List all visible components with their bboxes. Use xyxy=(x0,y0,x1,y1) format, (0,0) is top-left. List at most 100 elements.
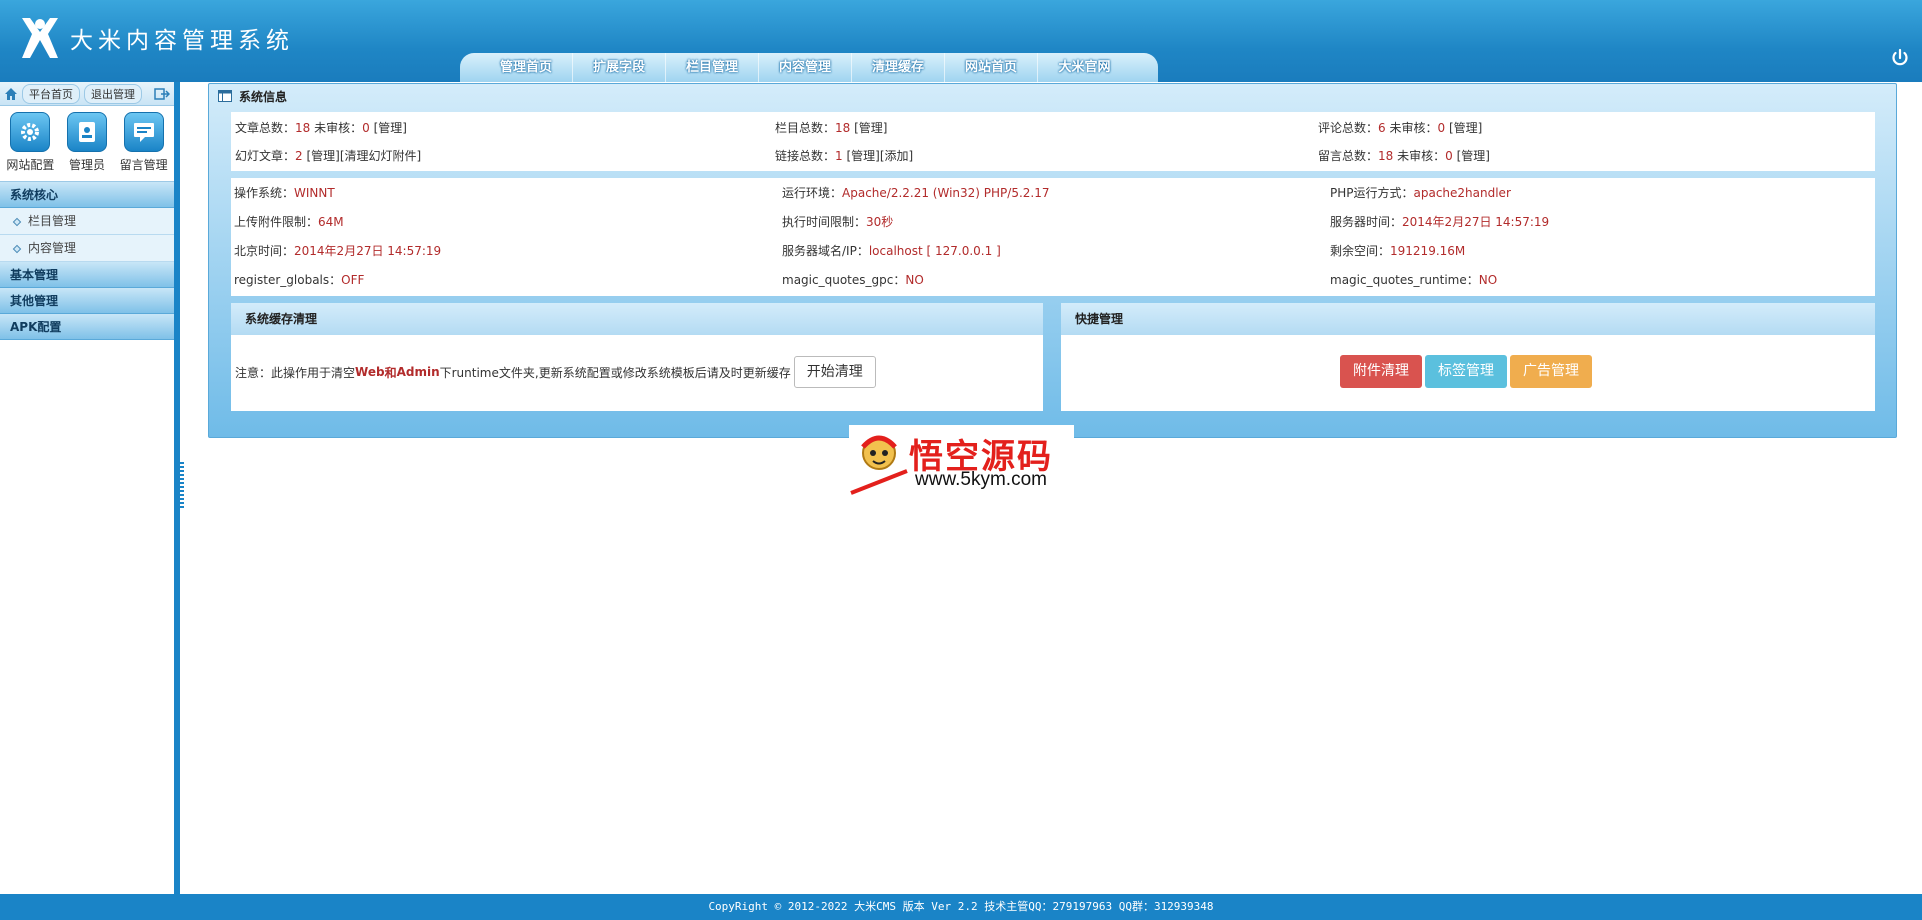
env-server-domain: 服务器域名/IP：localhost [ 127.0.0.1 ] xyxy=(782,242,1001,259)
app-title: 大米内容管理系统 xyxy=(70,28,294,54)
gear-icon xyxy=(10,112,51,152)
menu-group-basic[interactable]: 基本管理 xyxy=(0,262,174,288)
env-value: OFF xyxy=(341,273,365,287)
admin-badge-icon xyxy=(67,112,107,152)
slides-manage-link[interactable]: [管理] xyxy=(306,149,339,163)
env-beijing-time: 北京时间：2014年2月27日 14:57:19 xyxy=(234,242,441,259)
env-label: 执行时间限制： xyxy=(782,215,867,229)
stats-box: 文章总数：18 未审核：0 [管理] 栏目总数：18 [管理] 评论总数：6 未… xyxy=(231,112,1875,171)
links-add-link[interactable]: [添加] xyxy=(880,149,913,163)
menu-group-other[interactable]: 其他管理 xyxy=(0,288,174,314)
stat-columns: 栏目总数：18 [管理] xyxy=(775,119,888,136)
nav-official-site[interactable]: 大米官网 xyxy=(1038,53,1131,82)
quick-admin[interactable]: 管理员 xyxy=(67,112,107,173)
env-register-globals: register_globals：OFF xyxy=(234,271,364,288)
attachment-clean-button[interactable]: 附件清理 xyxy=(1340,355,1422,388)
cache-clear-body: 注意：此操作用于清空 Web 和 Admin 下runtime文件夹,更新系统配置或修改… xyxy=(235,356,876,388)
menu-item-content-manage[interactable]: 内容管理 xyxy=(0,235,174,262)
header: 大米内容管理系统 管理首页 扩展字段 栏目管理 内容管理 清理缓存 网站首页 大… xyxy=(0,0,1922,82)
env-runtime: 运行环境：Apache/2.2.21 (Win32) PHP/5.2.17 xyxy=(782,184,1050,201)
nav-admin-home[interactable]: 管理首页 xyxy=(480,53,573,82)
message-board-icon xyxy=(123,112,164,152)
diamond-bullet-icon xyxy=(12,244,22,254)
stat-label: 幻灯文章： xyxy=(235,149,296,163)
env-server-time: 服务器时间：2014年2月27日 14:57:19 xyxy=(1330,213,1549,230)
env-label: magic_quotes_runtime： xyxy=(1330,273,1479,287)
system-info-panel: 系统信息 文章总数：18 未审核：0 [管理] 栏目总数：18 [管理] 评论总… xyxy=(208,83,1897,438)
start-clear-button[interactable]: 开始清理 xyxy=(793,356,876,388)
tag-manage-button[interactable]: 标签管理 xyxy=(1425,355,1507,388)
menu-group-system-core[interactable]: 系统核心 xyxy=(0,182,174,208)
env-magic-quotes-runtime: magic_quotes_runtime：NO xyxy=(1330,271,1497,288)
nav-clear-cache[interactable]: 清理缓存 xyxy=(852,53,945,82)
home-icon[interactable] xyxy=(4,87,18,101)
sidebar: 平台首页 退出管理 网站配置 管理员 留言管理 系统核心 栏目管理 内容管理 基… xyxy=(0,82,180,894)
stat-value: 0 xyxy=(1437,121,1446,135)
stat-slides: 幻灯文章：2 [管理][清理幻灯附件] xyxy=(235,147,421,164)
stat-label: 文章总数： xyxy=(235,121,296,135)
quick-message-manage-label: 留言管理 xyxy=(119,158,168,172)
env-value: Apache/2.2.21 (Win32) PHP/5.2.17 xyxy=(842,186,1050,200)
env-os: 操作系统：WINNT xyxy=(234,184,335,201)
env-label: 服务器域名/IP： xyxy=(782,244,869,258)
env-free-space: 剩余空间：191219.16M xyxy=(1330,242,1465,259)
env-value: 191219.16M xyxy=(1390,244,1466,258)
env-magic-quotes-gpc: magic_quotes_gpc：NO xyxy=(782,271,924,288)
env-upload-limit: 上传附件限制：64M xyxy=(234,213,344,230)
ad-manage-button[interactable]: 广告管理 xyxy=(1510,355,1592,388)
nav-column-manage[interactable]: 栏目管理 xyxy=(666,53,759,82)
stat-label: 链接总数： xyxy=(775,149,836,163)
logout-link[interactable]: 退出管理 xyxy=(84,83,142,104)
quick-admin-label: 管理员 xyxy=(68,158,105,172)
env-label: 上传附件限制： xyxy=(234,215,319,229)
panel-title-text: 系统信息 xyxy=(239,90,288,104)
stat-comments: 评论总数：6 未审核：0 [管理] xyxy=(1318,119,1482,136)
menu-item-label: 栏目管理 xyxy=(28,214,77,228)
stat-label: 未审核： xyxy=(1389,121,1438,135)
cache-note: 注意：此操作用于清空 xyxy=(235,365,356,380)
quick-message-manage[interactable]: 留言管理 xyxy=(120,112,168,173)
env-value: WINNT xyxy=(294,186,335,200)
env-label: register_globals： xyxy=(234,273,342,287)
stat-value: 0 xyxy=(362,121,370,135)
menu-group-apk[interactable]: APK配置 xyxy=(0,314,174,340)
cache-note-web: Web xyxy=(355,365,385,379)
stat-value: 18 xyxy=(835,121,851,135)
messages-manage-link[interactable]: [管理] xyxy=(1457,149,1490,163)
nav-content-manage[interactable]: 内容管理 xyxy=(759,53,852,82)
quick-manage-section: 快捷管理 附件清理 标签管理 广告管理 xyxy=(1061,303,1875,411)
panel-title: 系统信息 xyxy=(209,84,1896,110)
sidebar-splitter[interactable] xyxy=(180,460,184,510)
power-icon[interactable] xyxy=(1890,48,1910,68)
env-label: 操作系统： xyxy=(234,186,295,200)
clear-slide-attachments-link[interactable]: [清理幻灯附件] xyxy=(340,149,421,163)
menu-item-column-manage[interactable]: 栏目管理 xyxy=(0,208,174,235)
nav-site-home[interactable]: 网站首页 xyxy=(945,53,1038,82)
sidebar-quick-icons: 网站配置 管理员 留言管理 xyxy=(0,106,174,182)
stat-label: 评论总数： xyxy=(1318,121,1379,135)
quick-site-config[interactable]: 网站配置 xyxy=(6,112,54,173)
cache-note-suffix: 下runtime文件夹,更新系统配置或修改系统模板后请及时更新缓存 xyxy=(439,365,791,380)
env-label: magic_quotes_gpc： xyxy=(782,273,906,287)
columns-manage-link[interactable]: [管理] xyxy=(854,121,887,135)
nav-extend-fields[interactable]: 扩展字段 xyxy=(573,53,666,82)
links-manage-link[interactable]: [管理] xyxy=(846,149,879,163)
stat-value: 18 xyxy=(1378,149,1394,163)
watermark: 悟空源码 www.5kym.com xyxy=(849,425,1074,495)
diamond-bullet-icon xyxy=(12,217,22,227)
exit-icon[interactable] xyxy=(154,87,170,100)
stat-articles: 文章总数：18 未审核：0 [管理] xyxy=(235,119,407,136)
env-value: 64M xyxy=(318,215,344,229)
articles-manage-link[interactable]: [管理] xyxy=(374,121,407,135)
footer: CopyRight © 2012-2022 大米CMS 版本 Ver 2.2 技… xyxy=(0,894,1922,920)
env-value: NO xyxy=(905,273,924,287)
stat-value: 2 xyxy=(295,149,303,163)
platform-home-link[interactable]: 平台首页 xyxy=(22,83,80,104)
env-value: 2014年2月27日 14:57:19 xyxy=(1402,215,1550,229)
env-value: NO xyxy=(1478,273,1498,287)
comments-manage-link[interactable]: [管理] xyxy=(1449,121,1482,135)
stat-label: 未审核： xyxy=(314,121,363,135)
stat-value: 18 xyxy=(295,121,311,135)
stat-value: 1 xyxy=(835,149,843,163)
watermark-url: www.5kym.com xyxy=(915,469,1047,490)
